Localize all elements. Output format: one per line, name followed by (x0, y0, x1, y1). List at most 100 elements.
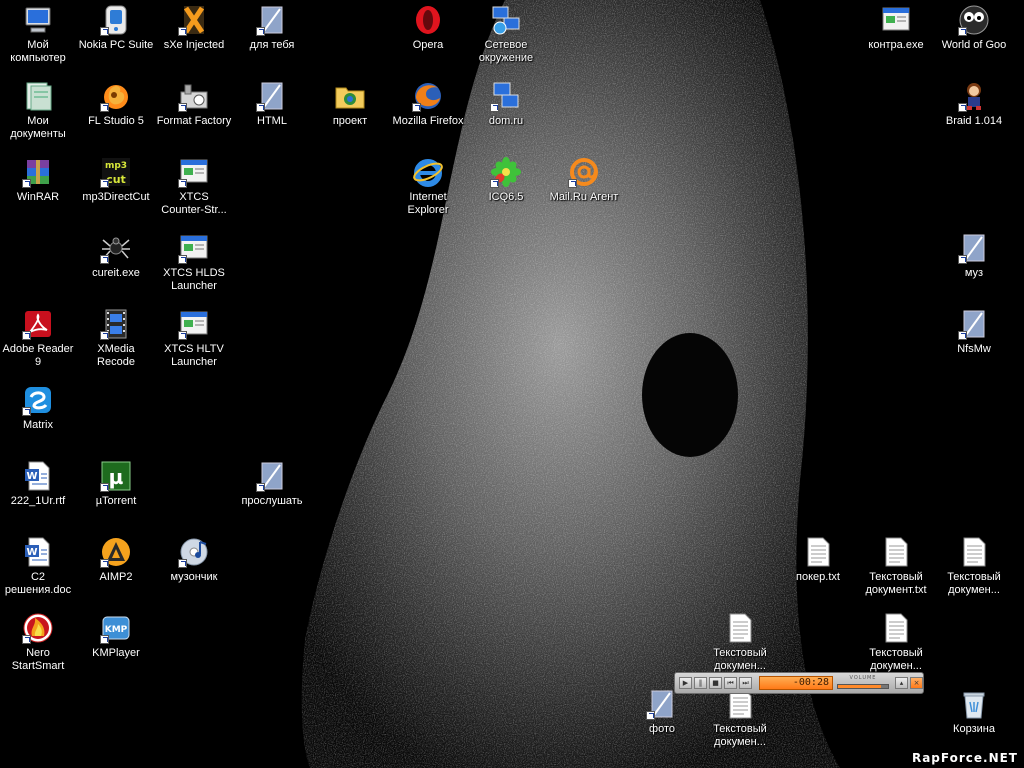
adobe-reader-shortcut[interactable]: Adobe Reader 9 (0, 308, 76, 369)
format-factory-shortcut[interactable]: Format Factory (156, 80, 232, 128)
shortcut-arrow-icon (100, 559, 109, 568)
xmedia-recode-shortcut[interactable]: XMedia Recode (78, 308, 154, 369)
nokia-label: Nokia PC Suite (78, 39, 154, 51)
internet-explorer-icon (413, 159, 443, 187)
next-button[interactable]: ⏭ (739, 677, 752, 689)
text-document-icon (729, 613, 752, 643)
foto-shortcut[interactable]: фото (624, 688, 700, 736)
shortcut-arrow-icon (178, 559, 187, 568)
recycle-bin-icon (963, 692, 985, 719)
winrar-label: WinRAR (16, 191, 60, 203)
shortcut-arrow-icon (412, 103, 421, 112)
xtcs-hltv-label: XTCS HLTV Launcher (164, 343, 224, 368)
nfsmw-label: NfsMw (957, 343, 991, 355)
aimp-mini-player[interactable]: ▶ ‖ ■ ⏮ ⏭ -00:28 VOLUME ▴ × (674, 672, 924, 694)
xtcs-counter-strike-shortcut[interactable]: XTCS Counter-Str... (156, 156, 232, 217)
computer-icon (25, 7, 51, 33)
folder-icon (335, 87, 365, 109)
text-document-2[interactable]: Текстовый докумен... (936, 536, 1012, 597)
text-document-5[interactable]: Текстовый докумен... (702, 688, 778, 749)
shortcut-arrow-icon (100, 483, 109, 492)
internet-explorer-shortcut[interactable]: Internet Explorer (390, 156, 466, 217)
nfsmw-shortcut[interactable]: NfsMw (936, 308, 1012, 356)
dlya-tebya-shortcut[interactable]: для тебя (234, 4, 310, 52)
world-of-goo-label: World of Goo (941, 39, 1007, 51)
my-computer-shortcut[interactable]: Мой компьютер (0, 4, 76, 65)
shortcut-arrow-icon (100, 255, 109, 264)
aimp-shortcut[interactable]: AIMP2 (78, 536, 154, 584)
ie-label: Internet Explorer (407, 191, 449, 216)
nero-startsmart-shortcut[interactable]: Nero StartSmart (0, 612, 76, 673)
world-of-goo-shortcut[interactable]: World of Goo (936, 4, 1012, 52)
mail-ru-agent-shortcut[interactable]: Mail.Ru Агент (546, 156, 622, 204)
previous-button[interactable]: ⏮ (724, 677, 737, 689)
recycle-bin[interactable]: Корзина (936, 688, 1012, 736)
my-documents-shortcut[interactable]: Мои документы (0, 80, 76, 141)
shortcut-arrow-icon (646, 711, 655, 720)
winrar-shortcut[interactable]: WinRAR (0, 156, 76, 204)
html-shortcut[interactable]: HTML (234, 80, 310, 128)
utorrent-shortcut[interactable]: µ µTorrent (78, 460, 154, 508)
kontra-exe-shortcut[interactable]: контра.exe (858, 4, 934, 52)
matrix-shortcut[interactable]: Matrix (0, 384, 76, 432)
network-icon (492, 6, 520, 35)
play-button[interactable]: ▶ (679, 677, 692, 689)
braid-label: Braid 1.014 (945, 115, 1003, 127)
muzonchik-shortcut[interactable]: музончик (156, 536, 232, 584)
documents-folder-icon (26, 82, 52, 111)
muzonchik-label: музончик (170, 571, 218, 583)
pause-button[interactable]: ‖ (694, 677, 707, 689)
format-factory-label: Format Factory (156, 115, 232, 127)
icq-shortcut[interactable]: ICQ6.5 (468, 156, 544, 204)
rtf-document[interactable]: W 222_1Ur.rtf (0, 460, 76, 508)
stop-button[interactable]: ■ (709, 677, 722, 689)
text-document-4[interactable]: Текстовый докумен... (858, 612, 934, 673)
mp3directcut-shortcut[interactable]: mp3 cut mp3DirectCut (78, 156, 154, 204)
shortcut-arrow-icon (100, 27, 109, 36)
xtcs-hlds-launcher-shortcut[interactable]: XTCS HLDS Launcher (156, 232, 232, 293)
poker-txt-document[interactable]: покер.txt (780, 536, 856, 584)
opera-shortcut[interactable]: Opera (390, 4, 466, 52)
shortcut-arrow-icon (958, 255, 967, 264)
text-document-icon (885, 613, 908, 643)
proslushat-label: прослушать (241, 495, 303, 507)
shortcut-arrow-icon (100, 635, 109, 644)
proslushat-shortcut[interactable]: прослушать (234, 460, 310, 508)
playback-time: -00:28 (759, 676, 833, 690)
html-label: HTML (257, 115, 287, 127)
icq-label: ICQ6.5 (488, 191, 524, 203)
volume-slider[interactable] (837, 684, 889, 689)
shortcut-arrow-icon (958, 331, 967, 340)
braid-shortcut[interactable]: Braid 1.014 (936, 80, 1012, 128)
dom-ru-label: dom.ru (488, 115, 524, 127)
sxe-label: sXe Injected (163, 39, 225, 51)
dom-ru-shortcut[interactable]: dom.ru (468, 80, 544, 128)
network-places-shortcut[interactable]: Сетевое окружение (468, 4, 544, 65)
fl-studio-shortcut[interactable]: FL Studio 5 (78, 80, 154, 128)
firefox-shortcut[interactable]: Mozilla Firefox (390, 80, 466, 128)
text-document-label: Текстовый докумен... (869, 647, 923, 672)
shortcut-arrow-icon (958, 27, 967, 36)
sxe-injected-shortcut[interactable]: sXe Injected (156, 4, 232, 52)
my-documents-label: Мои документы (10, 115, 66, 140)
text-document-txt[interactable]: Текстовый документ.txt (858, 536, 934, 597)
menu-button[interactable]: ▴ (895, 677, 908, 689)
desktop[interactable]: Мой компьютер Nokia PC Suite sXe Injecte… (0, 0, 1024, 768)
text-document-label: Текстовый документ.txt (865, 571, 927, 596)
kontra-label: контра.exe (868, 39, 924, 51)
shortcut-arrow-icon (100, 179, 109, 188)
muz-shortcut[interactable]: муз (936, 232, 1012, 280)
close-button[interactable]: × (910, 677, 923, 689)
cureit-shortcut[interactable]: cureit.exe (78, 232, 154, 280)
kmplayer-label: KMPlayer (92, 647, 140, 659)
text-document-3[interactable]: Текстовый докумен... (702, 612, 778, 673)
proekt-folder[interactable]: проект (312, 80, 388, 128)
c2-doc-document[interactable]: W С2 решения.doc (0, 536, 76, 597)
kmplayer-shortcut[interactable]: KMP KMPlayer (78, 612, 154, 660)
shortcut-arrow-icon (256, 103, 265, 112)
nokia-pc-suite-shortcut[interactable]: Nokia PC Suite (78, 4, 154, 52)
shortcut-arrow-icon (100, 103, 109, 112)
xtcs-hltv-launcher-shortcut[interactable]: XTCS HLTV Launcher (156, 308, 232, 369)
volume-label: VOLUME (849, 675, 877, 681)
shortcut-arrow-icon (178, 255, 187, 264)
